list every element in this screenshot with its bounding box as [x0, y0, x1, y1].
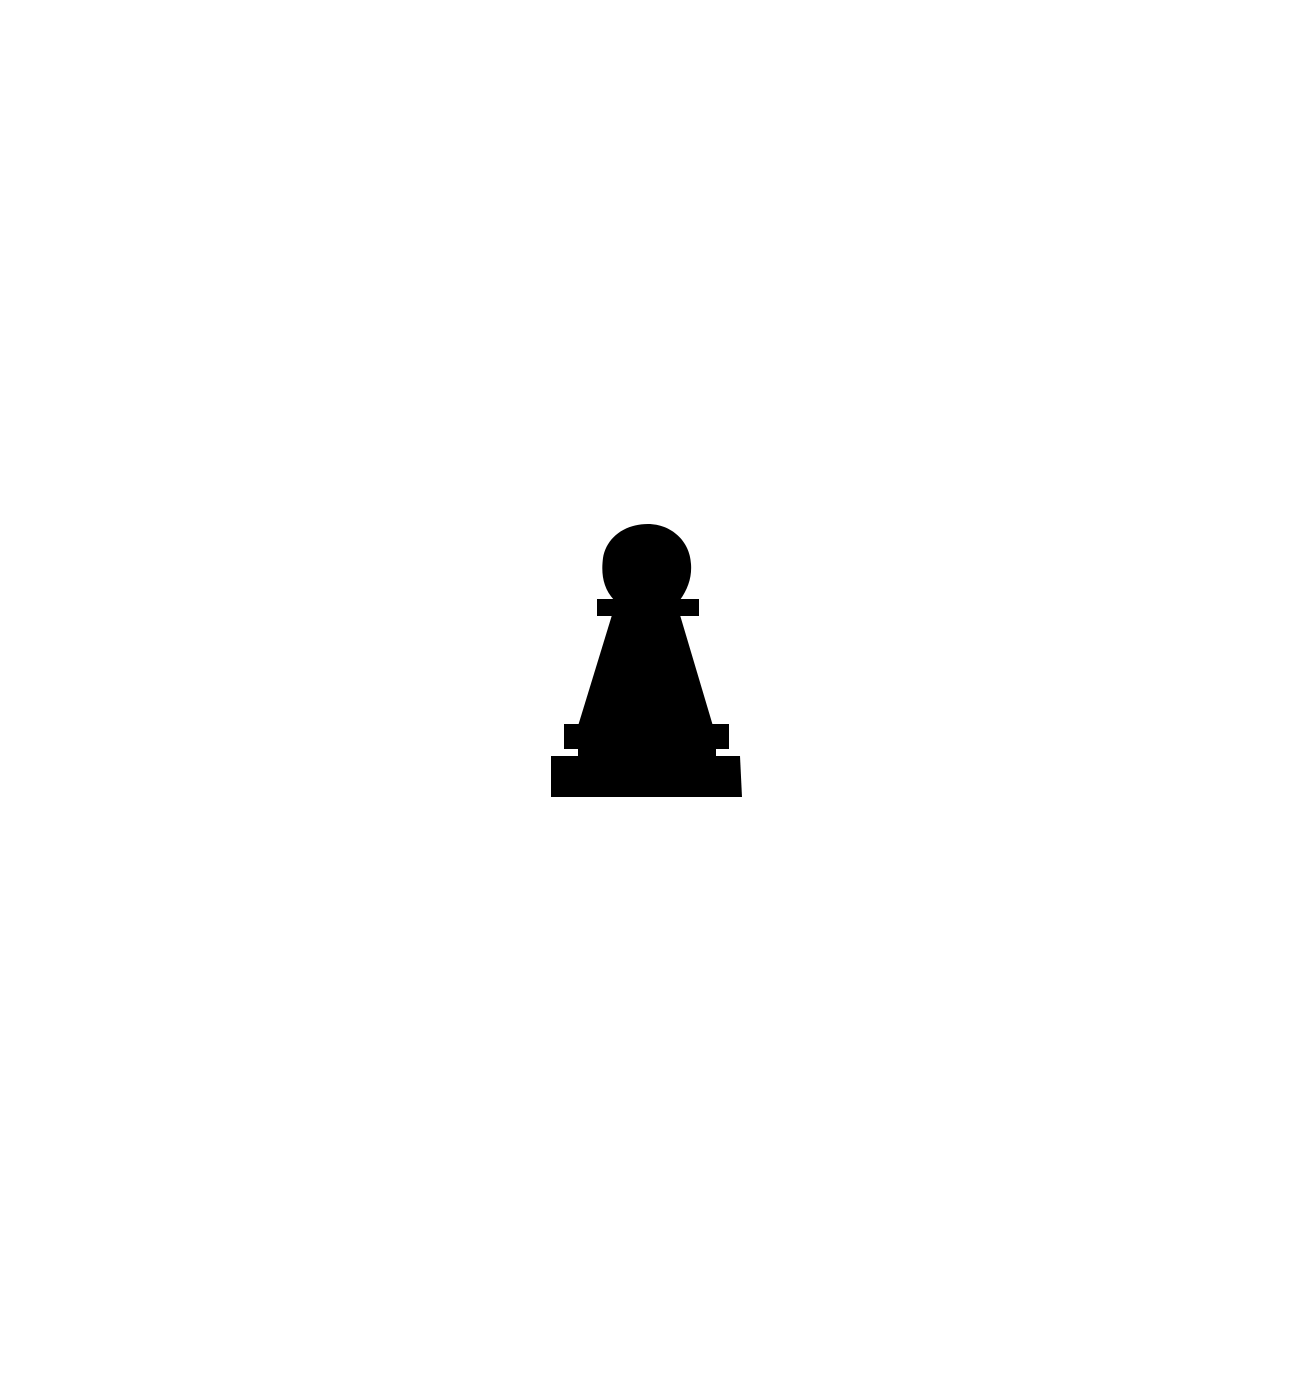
- pawn-base-ring-inner: [578, 745, 716, 757]
- pawn-base: [551, 756, 742, 797]
- pawn-body: [578, 615, 713, 726]
- blank-canvas: [0, 0, 1300, 1390]
- pawn-icon: [551, 524, 742, 797]
- pawn-head: [602, 524, 692, 600]
- pawn-collar: [597, 599, 699, 616]
